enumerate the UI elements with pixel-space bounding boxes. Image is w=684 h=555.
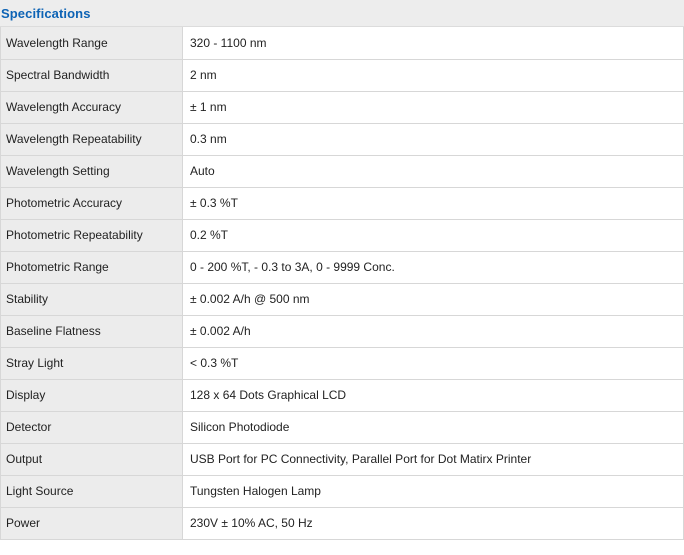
spec-label: Display bbox=[0, 378, 183, 412]
spec-label: Stability bbox=[0, 282, 183, 316]
spec-label: Baseline Flatness bbox=[0, 314, 183, 348]
spec-label: Wavelength Setting bbox=[0, 154, 183, 188]
spec-value: 320 - 1100 nm bbox=[182, 27, 684, 60]
specifications-panel: Specifications Wavelength Range 320 - 11… bbox=[0, 0, 684, 555]
spec-label: Photometric Repeatability bbox=[0, 218, 183, 252]
table-row: Detector Silicon Photodiode bbox=[0, 410, 684, 444]
spec-value: ± 0.002 A/h @ 500 nm bbox=[182, 282, 684, 316]
spec-value: Auto bbox=[182, 154, 684, 188]
spec-label: Output bbox=[0, 442, 183, 476]
table-row: Photometric Repeatability 0.2 %T bbox=[0, 218, 684, 252]
spec-value: 0.2 %T bbox=[182, 218, 684, 252]
spec-label: Wavelength Accuracy bbox=[0, 90, 183, 124]
table-row: Display 128 x 64 Dots Graphical LCD bbox=[0, 378, 684, 412]
spec-label: Wavelength Range bbox=[0, 27, 183, 60]
spec-value: 0.3 nm bbox=[182, 122, 684, 156]
spec-value: 128 x 64 Dots Graphical LCD bbox=[182, 378, 684, 412]
specifications-table: Wavelength Range 320 - 1100 nm Spectral … bbox=[0, 27, 684, 540]
table-row: Wavelength Repeatability 0.3 nm bbox=[0, 122, 684, 156]
table-row: Wavelength Accuracy ± 1 nm bbox=[0, 90, 684, 124]
spec-value: < 0.3 %T bbox=[182, 346, 684, 380]
table-row: Light Source Tungsten Halogen Lamp bbox=[0, 474, 684, 508]
spec-label: Power bbox=[0, 506, 183, 540]
table-row: Spectral Bandwidth 2 nm bbox=[0, 58, 684, 92]
spec-value: Silicon Photodiode bbox=[182, 410, 684, 444]
table-row: Stability ± 0.002 A/h @ 500 nm bbox=[0, 282, 684, 316]
spec-label: Photometric Accuracy bbox=[0, 186, 183, 220]
table-row: Stray Light < 0.3 %T bbox=[0, 346, 684, 380]
spec-value: USB Port for PC Connectivity, Parallel P… bbox=[182, 442, 684, 476]
spec-value: ± 0.002 A/h bbox=[182, 314, 684, 348]
spec-label: Wavelength Repeatability bbox=[0, 122, 183, 156]
table-row: Output USB Port for PC Connectivity, Par… bbox=[0, 442, 684, 476]
spec-label: Detector bbox=[0, 410, 183, 444]
section-header: Specifications bbox=[0, 0, 684, 27]
table-row: Photometric Range 0 - 200 %T, - 0.3 to 3… bbox=[0, 250, 684, 284]
table-row: Wavelength Range 320 - 1100 nm bbox=[0, 27, 684, 60]
spec-value: Tungsten Halogen Lamp bbox=[182, 474, 684, 508]
spec-value: ± 0.3 %T bbox=[182, 186, 684, 220]
table-row: Baseline Flatness ± 0.002 A/h bbox=[0, 314, 684, 348]
spec-value: 2 nm bbox=[182, 58, 684, 92]
table-row: Power 230V ± 10% AC, 50 Hz bbox=[0, 506, 684, 540]
spec-label: Light Source bbox=[0, 474, 183, 508]
spec-value: 0 - 200 %T, - 0.3 to 3A, 0 - 9999 Conc. bbox=[182, 250, 684, 284]
section-title: Specifications bbox=[1, 5, 91, 21]
table-row: Photometric Accuracy ± 0.3 %T bbox=[0, 186, 684, 220]
spec-value: 230V ± 10% AC, 50 Hz bbox=[182, 506, 684, 540]
spec-value: ± 1 nm bbox=[182, 90, 684, 124]
table-row: Wavelength Setting Auto bbox=[0, 154, 684, 188]
spec-label: Stray Light bbox=[0, 346, 183, 380]
spec-label: Spectral Bandwidth bbox=[0, 58, 183, 92]
spec-label: Photometric Range bbox=[0, 250, 183, 284]
